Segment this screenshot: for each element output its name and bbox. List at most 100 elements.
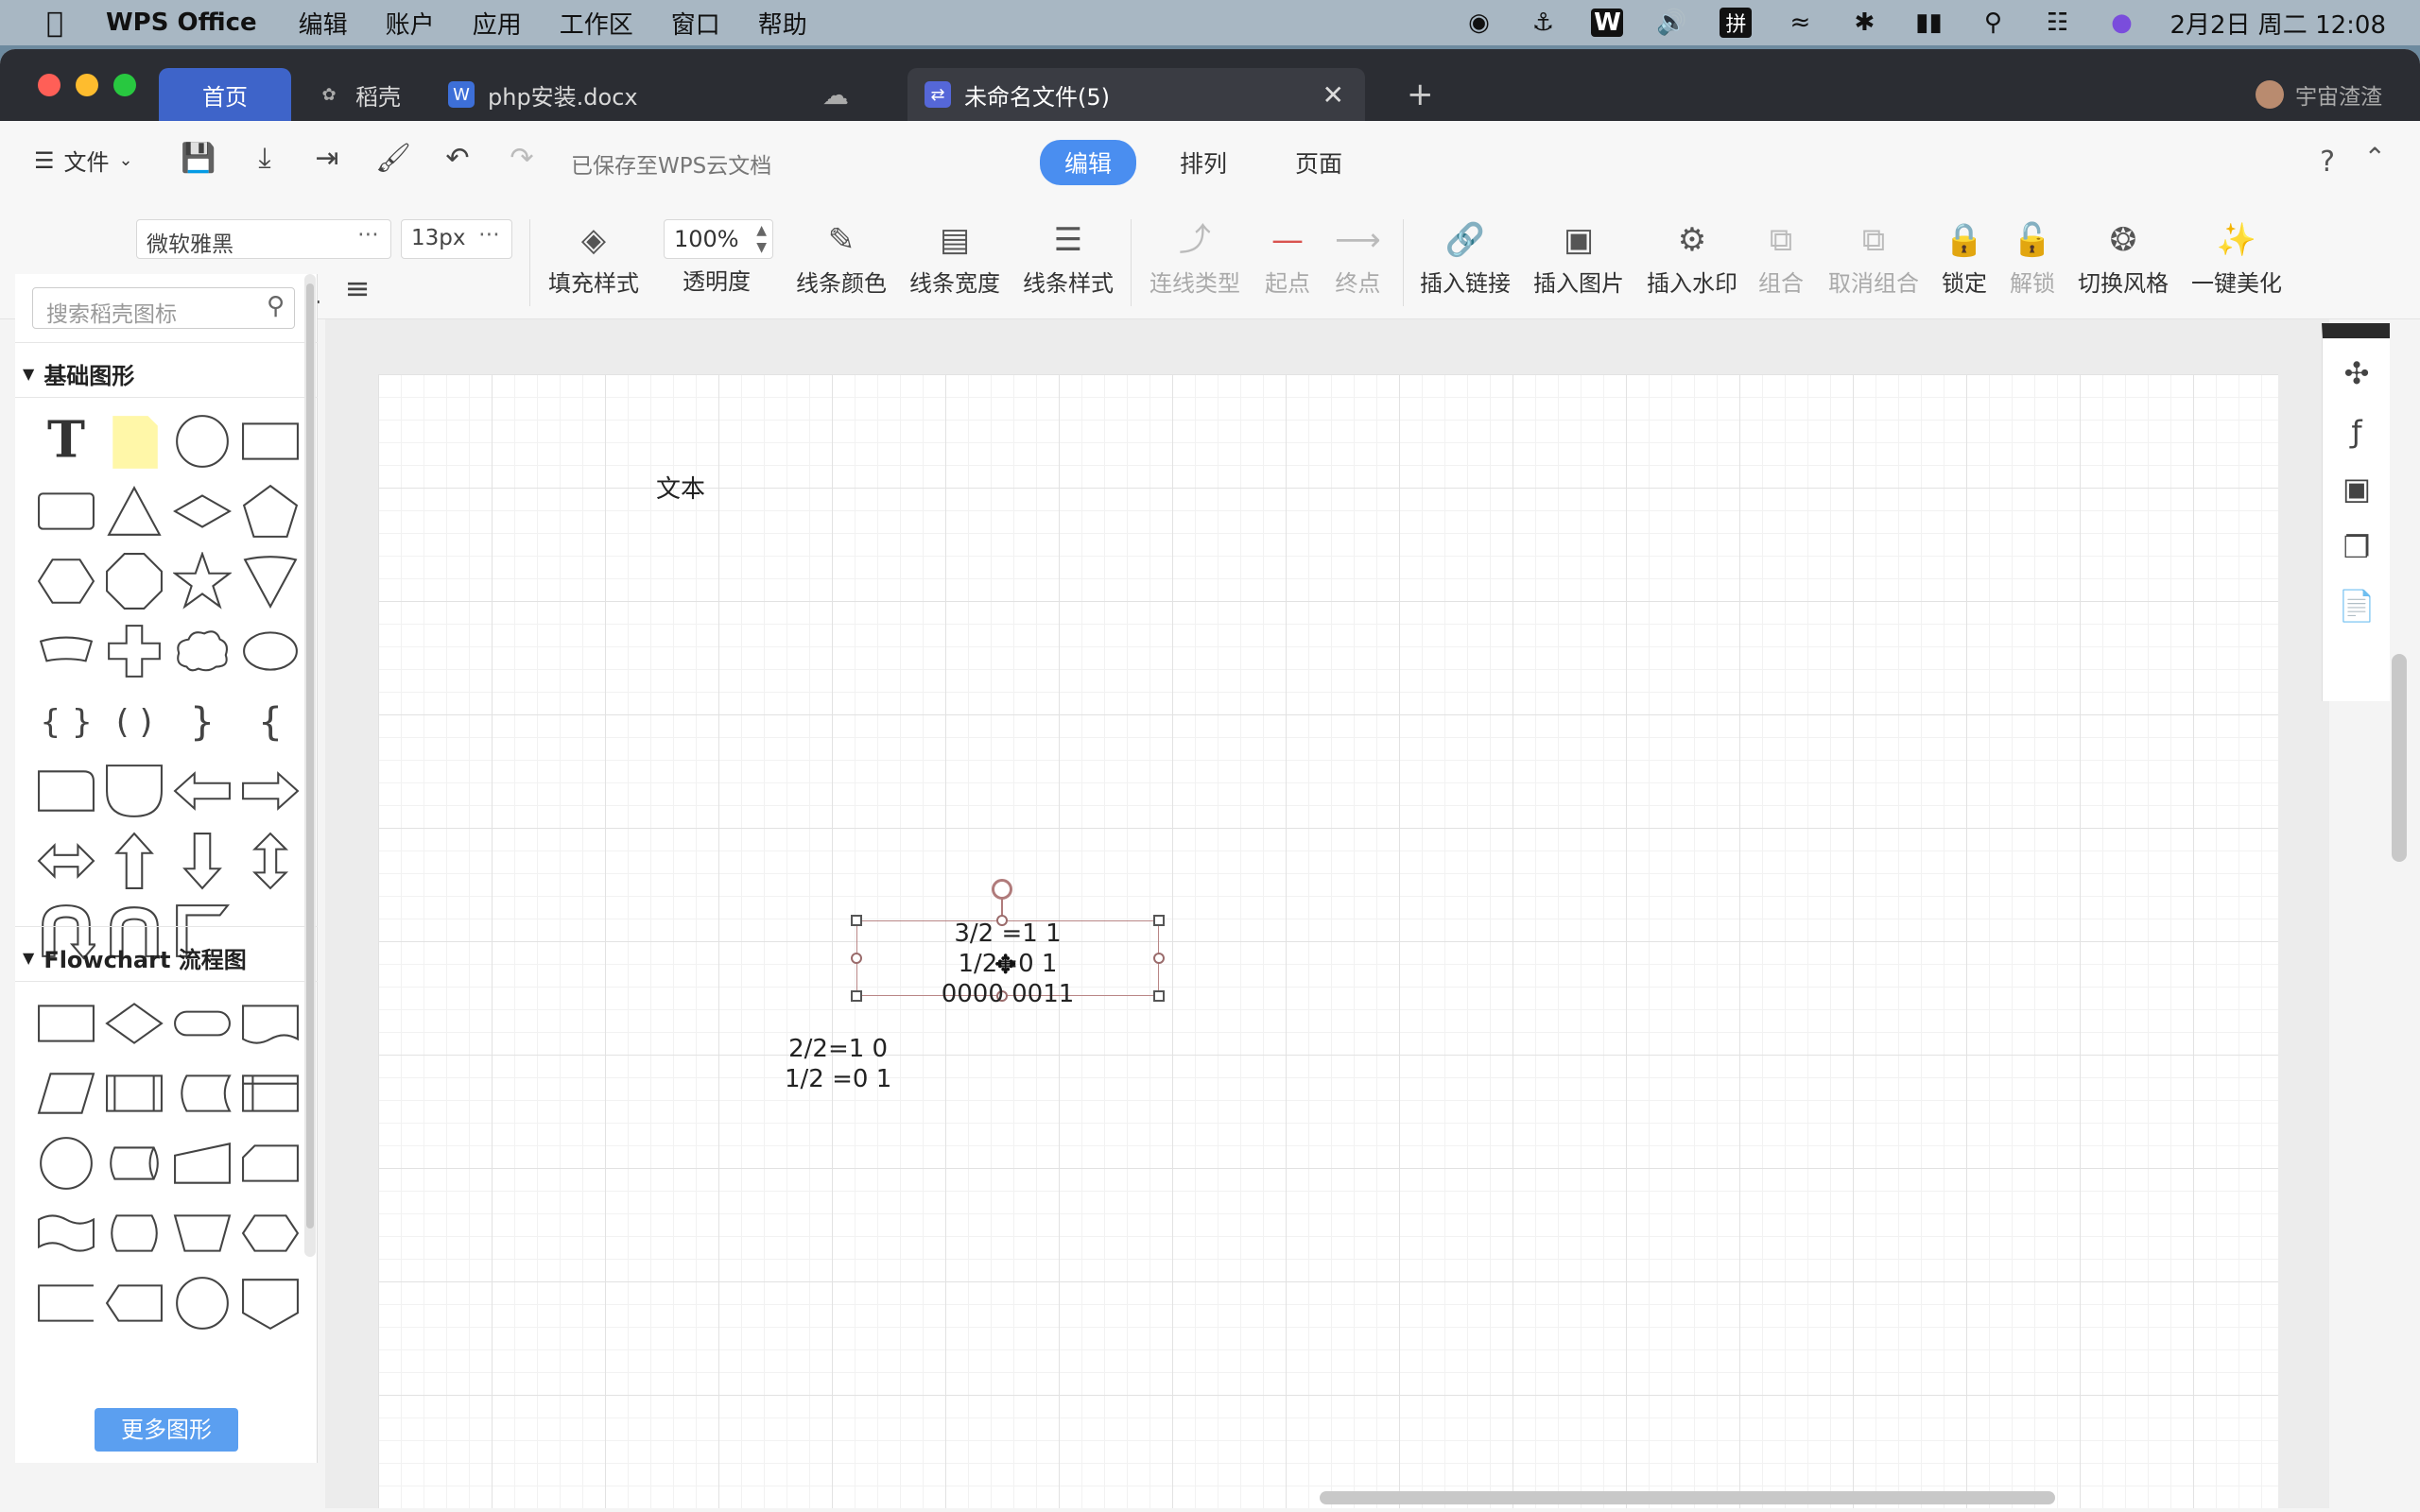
vertical-scrollbar[interactable]	[2392, 654, 2407, 862]
export-icon[interactable]: ⇥	[308, 142, 346, 175]
app-name-menu[interactable]: WPS Office	[106, 9, 257, 37]
decision-shape[interactable]	[100, 988, 168, 1058]
internal-storage-shape[interactable]	[236, 1058, 304, 1128]
insert-link-button[interactable]: 🔗 插入链接	[1420, 215, 1511, 298]
beautify-button[interactable]: ✨ 一键美化	[2191, 215, 2282, 298]
stepper-icon[interactable]: ▲ ▼	[756, 222, 767, 256]
wifi-icon[interactable]: ≈	[1784, 9, 1816, 37]
octagon-shape[interactable]	[100, 546, 168, 616]
start-point-button[interactable]: — 起点	[1265, 215, 1310, 298]
close-tab-icon[interactable]: ✕	[1322, 79, 1344, 111]
help-icon[interactable]: ?	[2320, 146, 2335, 179]
tape-shape[interactable]	[32, 1198, 100, 1268]
collapse-toolbar-icon[interactable]: ⌃	[2364, 142, 2386, 173]
bracket-pair-shape[interactable]: ( )	[100, 686, 168, 756]
cloud-shape[interactable]	[168, 616, 236, 686]
tab-arrange[interactable]: 排列	[1155, 140, 1252, 185]
inverted-triangle-shape[interactable]	[236, 546, 304, 616]
undo-icon[interactable]: ↶	[439, 142, 476, 175]
canvas-text-label[interactable]: 文本	[656, 474, 705, 505]
format-painter-icon[interactable]: 🖌	[374, 142, 412, 175]
docker-icon[interactable]: ⚓	[1527, 9, 1559, 37]
note-shape[interactable]	[100, 406, 168, 476]
clock[interactable]: 2月2日 周二 12:08	[2169, 6, 2386, 41]
new-tab-icon[interactable]: +	[1390, 68, 1451, 121]
page-icon[interactable]: 📄	[2338, 588, 2376, 624]
lock-button[interactable]: 🔒 锁定	[1942, 215, 1987, 298]
wps-icon[interactable]: W	[1591, 9, 1624, 37]
rotate-handle[interactable]	[992, 879, 1012, 900]
diamond-shape[interactable]	[168, 476, 236, 546]
bluetooth-icon[interactable]: ✱	[1848, 9, 1880, 37]
double-arrow-shape[interactable]	[32, 826, 100, 896]
cloud-icon[interactable]: ☁	[805, 68, 866, 121]
sum-circle-shape[interactable]	[168, 1268, 236, 1338]
pentagon-shape[interactable]	[236, 476, 304, 546]
more-shapes-button[interactable]: 更多图形	[95, 1408, 238, 1452]
triangle-shape[interactable]	[100, 476, 168, 546]
tab-daoke[interactable]: ✿ 稻壳	[299, 68, 418, 121]
loose-text[interactable]: 2/2=1 0 1/2 =0 1	[785, 1034, 891, 1094]
unlock-button[interactable]: 🔓 解锁	[2010, 215, 2055, 298]
tab-edit[interactable]: 编辑	[1040, 140, 1137, 185]
apple-logo-icon[interactable]: 	[26, 7, 83, 40]
align-button[interactable]: ≡	[338, 270, 376, 306]
redo-icon[interactable]: ↷	[503, 142, 541, 175]
stored-data-shape[interactable]	[168, 1058, 236, 1128]
right-brace-shape[interactable]: }	[168, 686, 236, 756]
annotation-shape[interactable]	[32, 1268, 100, 1338]
connector-shape[interactable]	[32, 1128, 100, 1198]
crop-icon[interactable]: ▣	[2338, 471, 2376, 507]
download-icon[interactable]: ⤓	[246, 142, 284, 175]
off-page-shape[interactable]	[100, 1268, 168, 1338]
offpage-reference-shape[interactable]	[236, 1268, 304, 1338]
drawing-page[interactable]: 文本 3/2 =1 1 1/2=0 1 0000 0011 ✥ 2/2=1 0 …	[378, 374, 2278, 1508]
formula-icon[interactable]: ƒ	[2338, 414, 2376, 450]
volume-icon[interactable]: 🔊	[1655, 9, 1687, 37]
brace-pair-shape[interactable]: { }	[32, 686, 100, 756]
navigator-icon[interactable]: ✣	[2338, 355, 2376, 391]
data-shape[interactable]	[32, 1058, 100, 1128]
cross-shape[interactable]	[100, 616, 168, 686]
tab-active-file[interactable]: ⇄ 未命名文件(5) ✕	[908, 68, 1365, 121]
up-arrow-shape[interactable]	[100, 826, 168, 896]
left-arrow-shape[interactable]	[168, 756, 236, 826]
document-shape[interactable]	[236, 988, 304, 1058]
ungroup-button[interactable]: ⧉ 取消组合	[1828, 215, 1919, 298]
manual-operation-shape[interactable]	[168, 1198, 236, 1268]
menu-account[interactable]: 账户	[386, 6, 435, 41]
ellipse-shape[interactable]	[236, 616, 304, 686]
menu-help[interactable]: 帮助	[758, 6, 807, 41]
tab-document[interactable]: W php安装.docx	[431, 68, 655, 121]
tab-home[interactable]: 首页	[159, 68, 291, 121]
pages-icon[interactable]: ❐	[2338, 529, 2376, 565]
up-down-arrow-shape[interactable]	[236, 826, 304, 896]
panel-scrollbar-thumb[interactable]	[306, 284, 314, 1228]
hexagon-shape[interactable]	[32, 546, 100, 616]
switch-style-button[interactable]: ❂ 切换风格	[2078, 215, 2169, 298]
preparation-shape[interactable]	[236, 1198, 304, 1268]
opacity-button[interactable]: 透明度	[683, 263, 751, 296]
minimize-window-button[interactable]	[76, 74, 98, 96]
close-window-button[interactable]	[38, 74, 60, 96]
left-brace-shape[interactable]: {	[236, 686, 304, 756]
menu-window[interactable]: 窗口	[671, 6, 720, 41]
siri-icon[interactable]: ●	[2105, 9, 2137, 37]
delay-shape[interactable]	[100, 756, 168, 826]
insert-watermark-button[interactable]: ⚙ 插入水印	[1647, 215, 1737, 298]
horizontal-scrollbar[interactable]	[1320, 1491, 2055, 1504]
fill-style-button[interactable]: ◈ 填充样式	[548, 215, 639, 298]
section-flowchart[interactable]: ▼ Flowchart 流程图	[23, 941, 247, 974]
menu-workspace[interactable]: 工作区	[560, 6, 633, 41]
input-method-icon[interactable]: 拼	[1720, 8, 1753, 38]
shape-search-input[interactable]: 搜索稻壳图标 ⚲	[32, 287, 295, 329]
menu-apps[interactable]: 应用	[473, 6, 522, 41]
card-flow-shape[interactable]	[236, 1128, 304, 1198]
battery-icon[interactable]: ▮▮	[1912, 9, 1945, 37]
rectangle-shape[interactable]	[236, 406, 304, 476]
circle-shape[interactable]	[168, 406, 236, 476]
font-family-select[interactable]: 微软雅黑 ⋯	[136, 219, 391, 259]
line-style-button[interactable]: ☰ 线条样式	[1023, 215, 1114, 298]
file-menu-button[interactable]: ☰ 文件 ⌄	[34, 144, 133, 177]
connector-type-button[interactable]: ⤴ 连线类型	[1150, 215, 1240, 298]
